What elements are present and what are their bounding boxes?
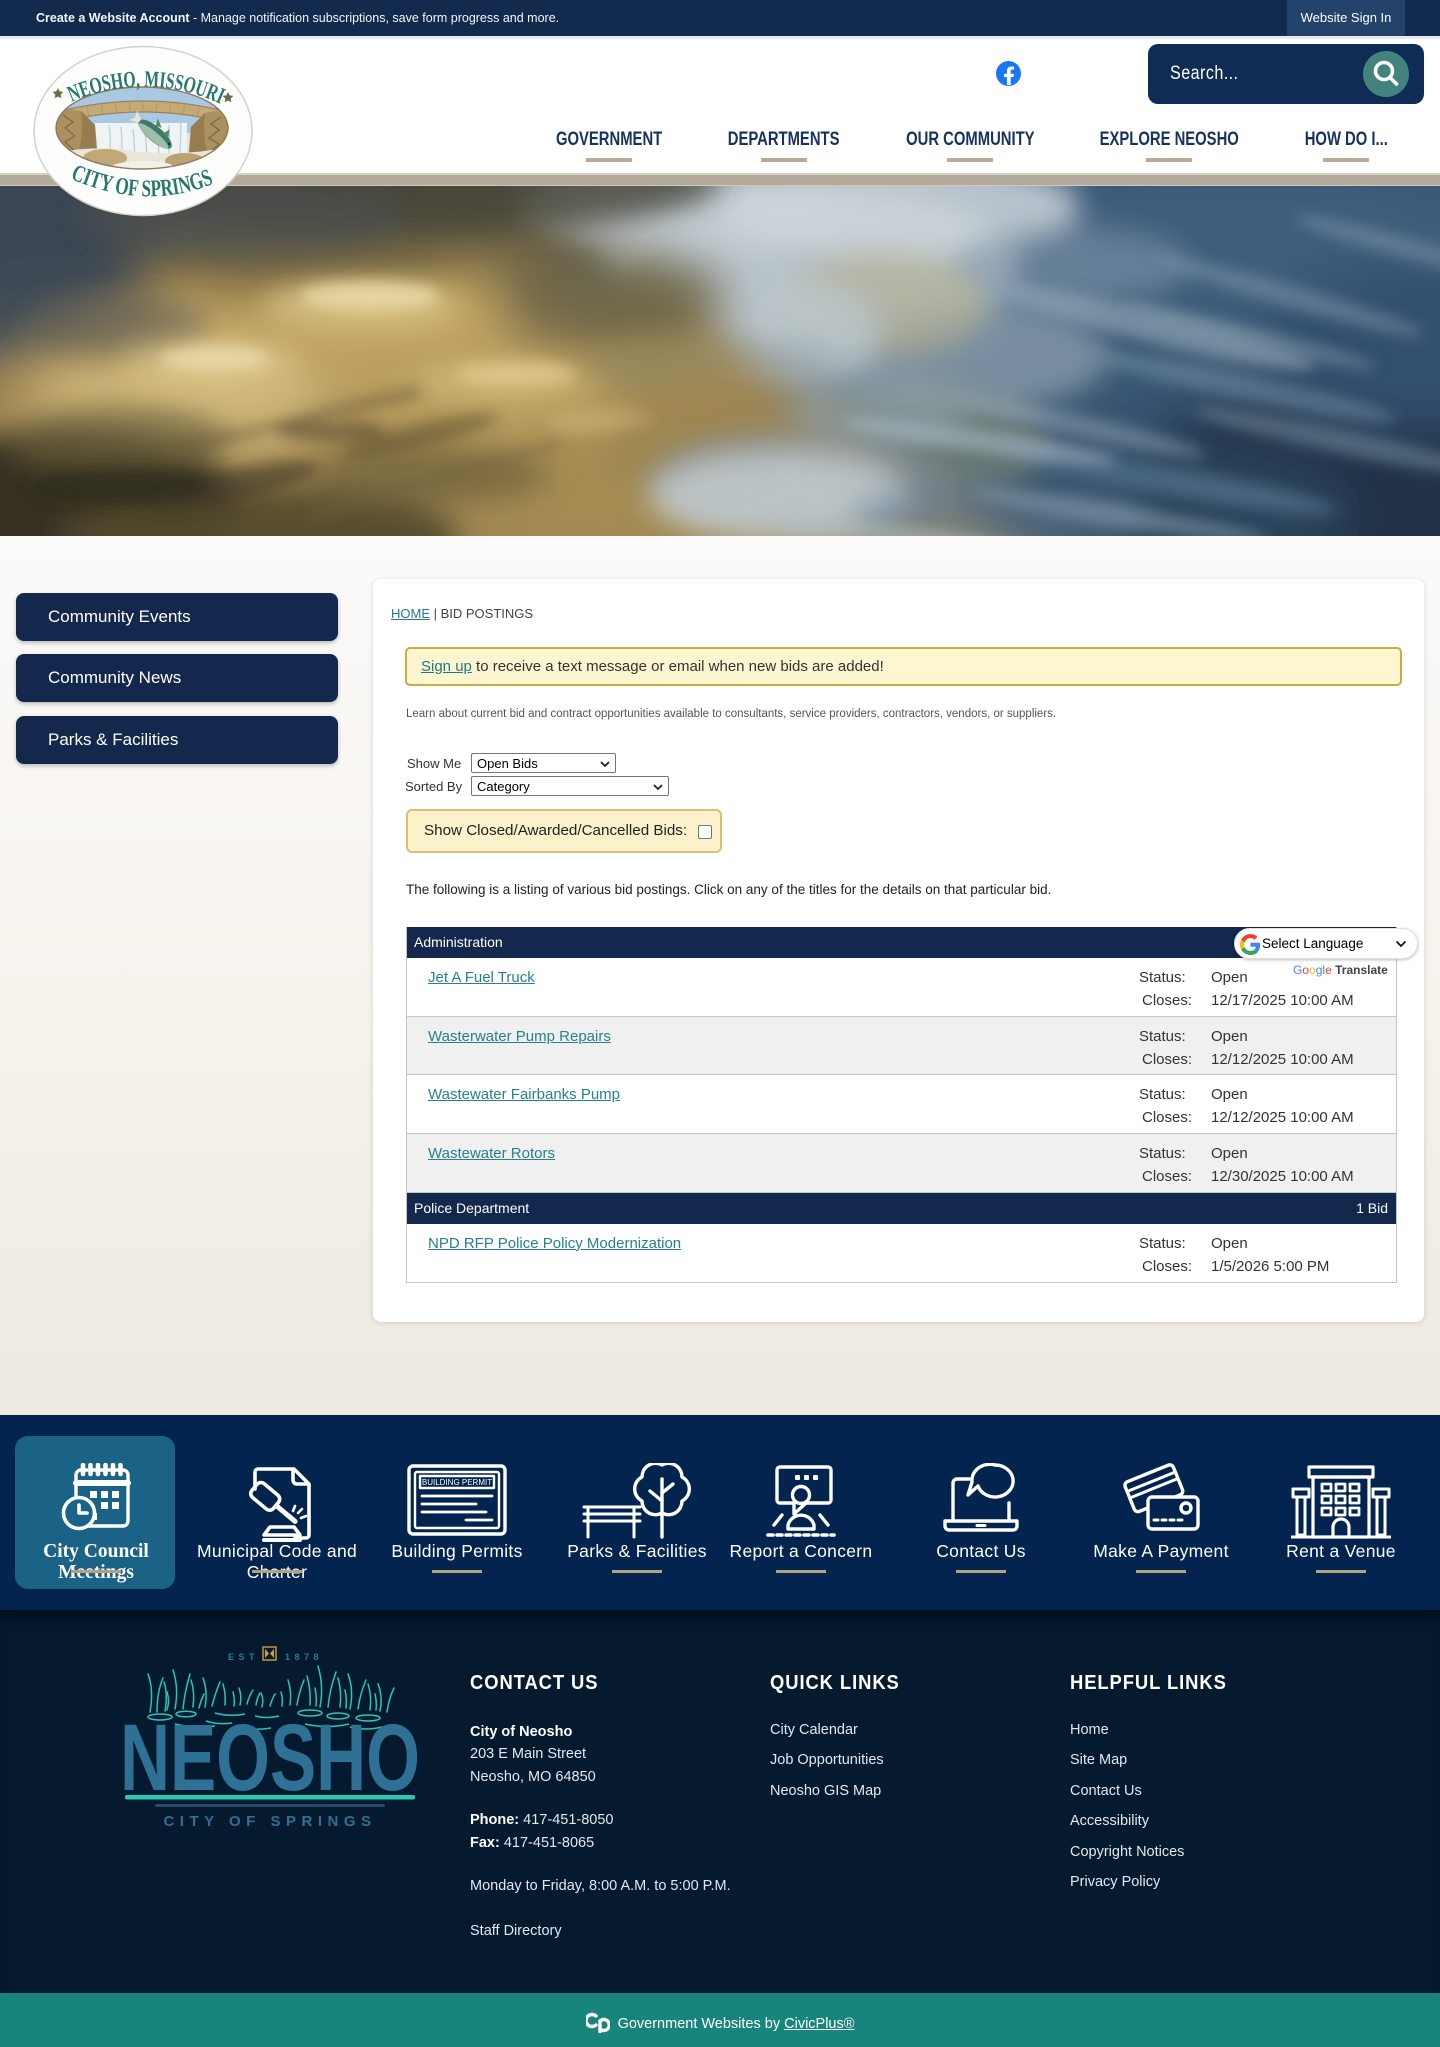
svg-text:CITY OF SPRINGS: CITY OF SPRINGS <box>163 1813 376 1830</box>
svg-text:1878: 1878 <box>285 1652 323 1662</box>
svg-text:EST: EST <box>228 1652 259 1662</box>
svg-text:BUILDING PERMIT: BUILDING PERMIT <box>422 1478 492 1487</box>
